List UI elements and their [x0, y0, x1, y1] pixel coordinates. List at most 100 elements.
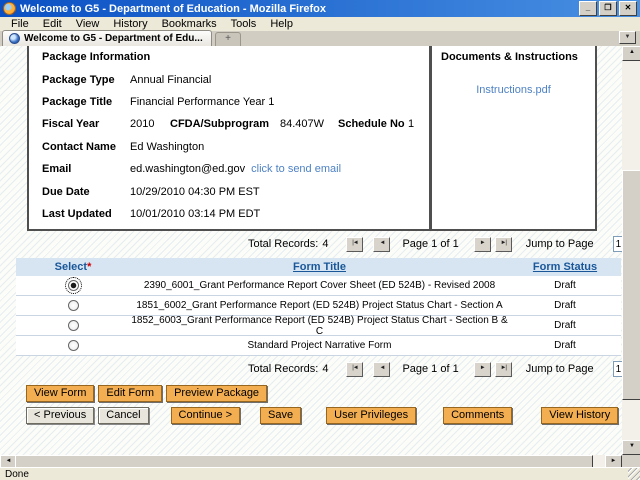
tab-welcome-g5[interactable]: Welcome to G5 - Department of Edu...	[2, 30, 212, 46]
documents-instructions-panel: Documents & Instructions Instructions.pd…	[430, 46, 597, 231]
required-asterisk: *	[87, 261, 92, 273]
form-status-cell: Draft	[554, 280, 576, 291]
select-form-radio[interactable]	[67, 319, 79, 331]
resize-grip[interactable]	[628, 468, 640, 480]
package-type-label: Package Type	[42, 74, 115, 86]
jump-to-page-input[interactable]	[612, 361, 622, 377]
cfda-label: CFDA/Subprogram	[170, 118, 269, 130]
due-date-row: Due Date 10/29/2010 04:30 PM EST	[42, 186, 423, 198]
package-title-value: Financial Performance Year 1	[130, 96, 275, 108]
edit-form-button[interactable]: Edit Form	[98, 385, 163, 402]
form-title-cell: 1852_6003_Grant Performance Report (ED 5…	[131, 314, 508, 337]
view-history-button[interactable]: View History	[541, 407, 619, 424]
contact-name-row: Contact Name Ed Washington	[42, 141, 423, 153]
list-all-tabs-icon[interactable]: ▼	[619, 31, 636, 44]
close-icon[interactable]: ✕	[619, 1, 637, 16]
firefox-icon	[3, 2, 16, 15]
new-tab-button[interactable]: +	[215, 32, 241, 46]
email-label: Email	[42, 163, 72, 175]
total-records-value: 4	[322, 363, 329, 375]
previous-button[interactable]: < Previous	[26, 407, 95, 424]
save-button[interactable]: Save	[260, 407, 302, 424]
next-page-icon[interactable]: ►	[473, 361, 491, 377]
package-information-title: Package Information	[42, 51, 151, 63]
pagination-top: Total Records: 4 |◄ ◄ Page 1 of 1 ► ►| J…	[248, 236, 622, 252]
table-row: 2390_6001_Grant Performance Report Cover…	[16, 276, 621, 296]
due-date-label: Due Date	[42, 186, 90, 198]
select-column-header: Select*	[54, 261, 92, 273]
form-title-cell: 2390_6001_Grant Performance Report Cover…	[143, 280, 496, 291]
status-bar: Done	[0, 467, 640, 480]
tab-label: Welcome to G5 - Department of Edu...	[24, 33, 203, 44]
fiscal-year-value: 2010	[130, 118, 155, 130]
last-page-icon[interactable]: ►|	[494, 361, 512, 377]
menu-view[interactable]: View	[69, 17, 107, 31]
total-records-value: 4	[322, 238, 329, 250]
scroll-down-icon[interactable]: ▼	[622, 440, 640, 455]
send-email-link[interactable]: click to send email	[251, 163, 341, 175]
instructions-pdf-link[interactable]: Instructions.pdf	[432, 84, 595, 96]
forms-table-header: Select* Form Title Form Status	[16, 258, 621, 276]
next-page-icon[interactable]: ►	[473, 236, 491, 252]
fiscal-year-row: Fiscal Year 2010 CFDA/Subprogram 84.407W…	[42, 118, 423, 130]
previous-page-icon[interactable]: ◄	[373, 236, 391, 252]
form-title-cell: Standard Project Narrative Form	[247, 340, 392, 351]
total-records-label: Total Records:	[248, 363, 319, 375]
pagination-bottom: Total Records: 4 |◄ ◄ Page 1 of 1 ► ►| J…	[248, 361, 622, 377]
comments-button[interactable]: Comments	[443, 407, 513, 424]
form-actions-row: View Form Edit Form Preview Package	[26, 385, 268, 402]
email-value: ed.washington@ed.gov	[130, 163, 246, 175]
previous-page-icon[interactable]: ◄	[373, 361, 391, 377]
form-status-column-header[interactable]: Form Status	[509, 261, 621, 273]
cfda-value: 84.407W	[280, 118, 325, 130]
menu-help[interactable]: Help	[263, 17, 300, 31]
status-text: Done	[5, 468, 29, 480]
cancel-button[interactable]: Cancel	[98, 407, 149, 424]
last-updated-row: Last Updated 10/01/2010 03:14 PM EDT	[42, 208, 423, 220]
menu-history[interactable]: History	[106, 17, 154, 31]
page-indicator: Page 1 of 1	[402, 238, 459, 250]
package-type-value: Annual Financial	[130, 74, 212, 86]
schedule-no-value: 1	[408, 118, 415, 130]
select-form-radio[interactable]	[64, 276, 82, 294]
select-form-radio[interactable]	[67, 339, 79, 351]
first-page-icon[interactable]: |◄	[346, 236, 364, 252]
scroll-up-icon[interactable]: ▲	[622, 46, 640, 61]
last-page-icon[interactable]: ►|	[494, 236, 512, 252]
form-status-cell: Draft	[554, 340, 576, 351]
schedule-no-label: Schedule No	[338, 118, 405, 130]
table-row: Standard Project Narrative Form Draft	[16, 336, 621, 356]
view-form-button[interactable]: View Form	[26, 385, 95, 402]
last-updated-value: 10/01/2010 03:14 PM EDT	[130, 208, 261, 220]
last-updated-label: Last Updated	[42, 208, 112, 220]
package-type-row: Package Type Annual Financial	[42, 74, 423, 86]
form-title-column-header[interactable]: Form Title	[130, 261, 509, 273]
form-title-cell: 1851_6002_Grant Performance Report (ED 5…	[136, 300, 503, 311]
page-indicator: Page 1 of 1	[402, 363, 459, 375]
menu-file[interactable]: File	[4, 17, 36, 31]
select-form-radio[interactable]	[67, 299, 79, 311]
minimize-icon[interactable]: _	[579, 1, 597, 16]
package-title-row: Package Title Financial Performance Year…	[42, 96, 423, 108]
page-content: Package Information Package Type Annual …	[0, 46, 622, 455]
window-title: Welcome to G5 - Department of Education …	[20, 2, 326, 15]
documents-instructions-title: Documents & Instructions	[441, 51, 578, 63]
restore-icon[interactable]: ❐	[599, 1, 617, 16]
vertical-scrollbar-thumb[interactable]	[622, 170, 640, 400]
continue-button[interactable]: Continue >	[170, 407, 241, 424]
contact-name-label: Contact Name	[42, 141, 116, 153]
fiscal-year-label: Fiscal Year	[42, 118, 100, 130]
vertical-scrollbar[interactable]: ▲ ▼	[622, 46, 640, 455]
jump-to-page-input[interactable]	[612, 236, 622, 252]
menu-tools[interactable]: Tools	[224, 17, 264, 31]
jump-to-page-label: Jump to Page	[525, 238, 594, 250]
form-status-cell: Draft	[554, 300, 576, 311]
table-row: 1851_6002_Grant Performance Report (ED 5…	[16, 296, 621, 316]
menu-bookmarks[interactable]: Bookmarks	[155, 17, 224, 31]
total-records-label: Total Records:	[248, 238, 319, 250]
menu-edit[interactable]: Edit	[36, 17, 69, 31]
preview-package-button[interactable]: Preview Package	[166, 385, 268, 402]
user-privileges-button[interactable]: User Privileges	[326, 407, 417, 424]
first-page-icon[interactable]: |◄	[346, 361, 364, 377]
contact-name-value: Ed Washington	[130, 141, 205, 153]
